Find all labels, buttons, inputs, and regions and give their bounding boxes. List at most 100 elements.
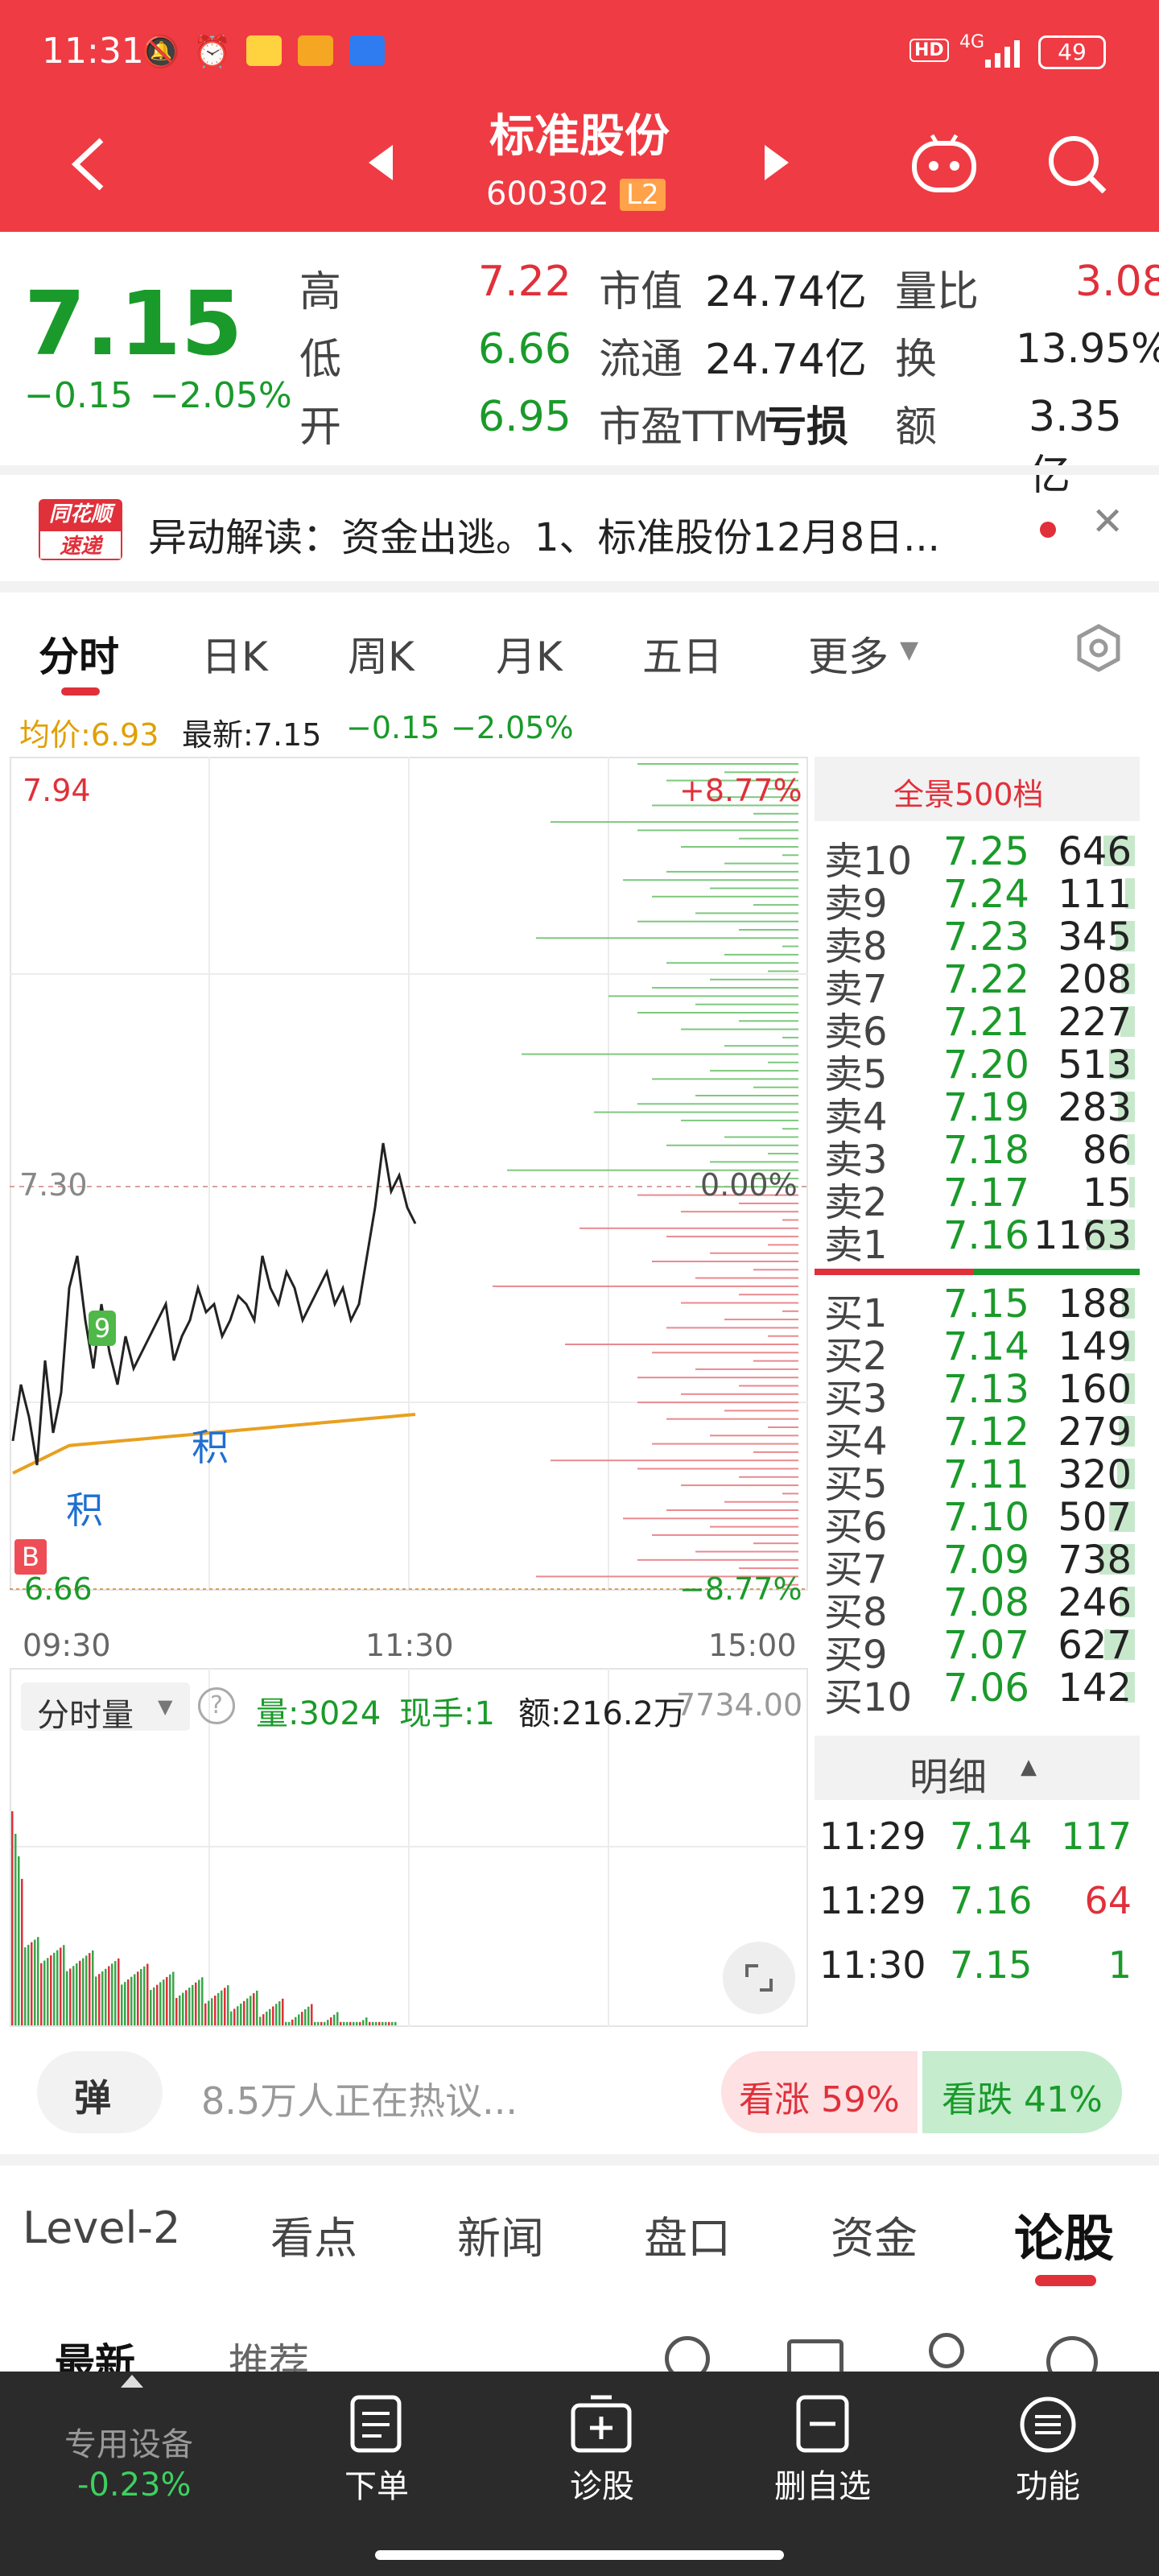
order-book-row[interactable]: 买7 7.09 738: [824, 1538, 1146, 1592]
robot-icon[interactable]: [908, 132, 980, 196]
remove-watchlist-icon[interactable]: [794, 2394, 852, 2455]
fullscreen-icon[interactable]: [723, 1942, 795, 2014]
tick-volume: 1: [1107, 1943, 1132, 1987]
order-book-row[interactable]: 卖8 7.23 345: [824, 914, 1146, 969]
chevron-down-icon: ▼: [900, 636, 919, 664]
functions-icon[interactable]: [1017, 2394, 1079, 2455]
tab-highlights[interactable]: 看点: [270, 2202, 357, 2266]
high-value: 7.22: [478, 258, 571, 306]
diagnose-icon[interactable]: [570, 2394, 634, 2455]
intraday-chart[interactable]: [10, 757, 808, 1618]
order-book-row[interactable]: 买3 7.13 160: [824, 1367, 1146, 1422]
level-price: 7.18: [943, 1128, 1029, 1173]
level-price: 7.21: [943, 1000, 1029, 1045]
vr-value: 3.08: [1075, 258, 1159, 306]
order-book-row[interactable]: 买5 7.11 320: [824, 1452, 1146, 1507]
order-book-row[interactable]: 买2 7.14 149: [824, 1324, 1146, 1379]
book-header[interactable]: 全景500档: [815, 757, 1140, 821]
close-icon[interactable]: ✕: [1091, 499, 1124, 544]
order-book-row[interactable]: 卖3 7.18 86: [824, 1128, 1146, 1183]
news-text[interactable]: 异动解读：资金出逃。1、标准股份12月8日...: [148, 506, 1017, 562]
tab-five-day[interactable]: 五日: [642, 625, 723, 683]
tab-intraday[interactable]: 分时: [39, 625, 119, 683]
tab-daily-k[interactable]: 日K: [201, 625, 268, 683]
industry-pct: -0.23%: [77, 2467, 192, 2504]
detail-header[interactable]: 明细 ▲: [815, 1736, 1140, 1800]
danmaku-button[interactable]: 弹: [37, 2051, 163, 2133]
order-book-row[interactable]: 买6 7.10 507: [824, 1495, 1146, 1550]
tab-level2[interactable]: Level-2: [23, 2202, 180, 2253]
expand-icon[interactable]: [121, 2375, 143, 2388]
tick-list[interactable]: 11:29 7.14 117 11:29 7.16 64 11:30 7.15 1: [815, 1800, 1140, 2033]
order-book-row[interactable]: 买9 7.07 627: [824, 1623, 1146, 1678]
bottom-nav: 专用设备 -0.23% 下单 诊股 删自选 功能: [0, 2372, 1159, 2576]
search-icon[interactable]: [1045, 132, 1109, 196]
nav-remove-watchlist[interactable]: 删自选: [742, 2460, 903, 2507]
mcap-label: 市值: [599, 268, 683, 316]
settings-icon[interactable]: [1074, 623, 1124, 673]
tick-row: 11:30 7.15 1: [815, 1937, 1140, 2001]
tab-more[interactable]: 更多: [808, 625, 889, 683]
discussion-text[interactable]: 8.5万人正在热议...: [201, 2072, 518, 2125]
time-label-end: 15:00: [708, 1628, 797, 1663]
tick-price: 7.14: [950, 1814, 1033, 1858]
tab-forum[interactable]: 论股: [1014, 2198, 1114, 2270]
order-book-row[interactable]: 卖5 7.20 513: [824, 1042, 1146, 1097]
help-icon[interactable]: ?: [198, 1687, 235, 1724]
order-book-row[interactable]: 卖10 7.25 646: [824, 829, 1146, 884]
level-price: 7.16: [943, 1213, 1029, 1258]
signal-marker[interactable]: 积: [192, 1418, 229, 1472]
order-book-row[interactable]: 卖7 7.22 208: [824, 957, 1146, 1012]
danmaku-label: 弹: [74, 2076, 111, 2120]
order-book-row[interactable]: 买1 7.15 188: [824, 1282, 1146, 1336]
tab-news[interactable]: 新闻: [457, 2202, 544, 2266]
level-quantity: 646: [1058, 829, 1132, 874]
level-price: 7.13: [943, 1367, 1029, 1412]
order-icon[interactable]: [348, 2394, 406, 2455]
buy-marker[interactable]: B: [14, 1539, 47, 1575]
back-icon[interactable]: [64, 135, 113, 193]
ask-bid-ratio-green: [974, 1269, 1140, 1275]
order-book-row[interactable]: 卖4 7.19 283: [824, 1085, 1146, 1140]
nav-functions[interactable]: 功能: [967, 2460, 1128, 2507]
level-price: 7.14: [943, 1324, 1029, 1369]
order-book-row[interactable]: 卖2 7.17 15: [824, 1170, 1146, 1225]
order-book-row[interactable]: 买8 7.08 246: [824, 1580, 1146, 1635]
detail-tabs: Level-2 看点 新闻 盘口 资金 论股: [0, 2165, 1159, 2286]
order-book-row[interactable]: 买4 7.12 279: [824, 1410, 1146, 1464]
prev-stock-icon[interactable]: [364, 142, 396, 184]
level-price: 7.10: [943, 1495, 1029, 1540]
app-icon: [298, 35, 333, 66]
order-book-row[interactable]: 卖9 7.24 111: [824, 872, 1146, 927]
nav-diagnose[interactable]: 诊股: [522, 2460, 683, 2507]
level-price: 7.08: [943, 1580, 1029, 1625]
news-bar[interactable]: 同花顺 速递 异动解读：资金出逃。1、标准股份12月8日... ✕: [0, 475, 1159, 581]
order-book-row[interactable]: 卖1 7.16 1163: [824, 1213, 1146, 1268]
volume-selector[interactable]: 分时量 ▼: [21, 1682, 190, 1734]
latest-price: 最新:7.15: [182, 717, 322, 753]
chart-pct: −2.05%: [451, 710, 574, 745]
tick-price: 7.16: [950, 1879, 1033, 1922]
tick-time: 11:29: [819, 1814, 926, 1858]
user-icon[interactable]: [929, 2333, 964, 2368]
signal-marker[interactable]: 积: [66, 1481, 103, 1534]
price-mid-label: 7.30: [19, 1167, 88, 1203]
tab-monthly-k[interactable]: 月K: [496, 625, 563, 683]
order-book-row[interactable]: 卖6 7.21 227: [824, 1000, 1146, 1055]
chevron-down-icon: ▼: [158, 1695, 173, 1718]
level-price: 7.06: [943, 1666, 1029, 1711]
order-book-row[interactable]: 买10 7.06 142: [824, 1666, 1146, 1720]
industry-name[interactable]: 专用设备: [64, 2418, 193, 2465]
tab-weekly-k[interactable]: 周K: [348, 625, 415, 683]
signal-marker[interactable]: 9: [89, 1311, 116, 1346]
home-indicator[interactable]: [375, 2550, 784, 2560]
tab-handicap[interactable]: 盘口: [644, 2202, 731, 2266]
bullish-button[interactable]: 看涨 59%: [721, 2051, 918, 2133]
next-stock-icon[interactable]: [761, 142, 794, 184]
volume-value: 量:3024: [256, 1695, 382, 1732]
bearish-button[interactable]: 看跌 41%: [922, 2051, 1122, 2133]
tab-capital[interactable]: 资金: [831, 2202, 918, 2266]
book-title: 全景500档: [893, 777, 1044, 812]
nav-order[interactable]: 下单: [296, 2460, 457, 2507]
forum-subtabs: 最新 推荐: [0, 2291, 1159, 2388]
